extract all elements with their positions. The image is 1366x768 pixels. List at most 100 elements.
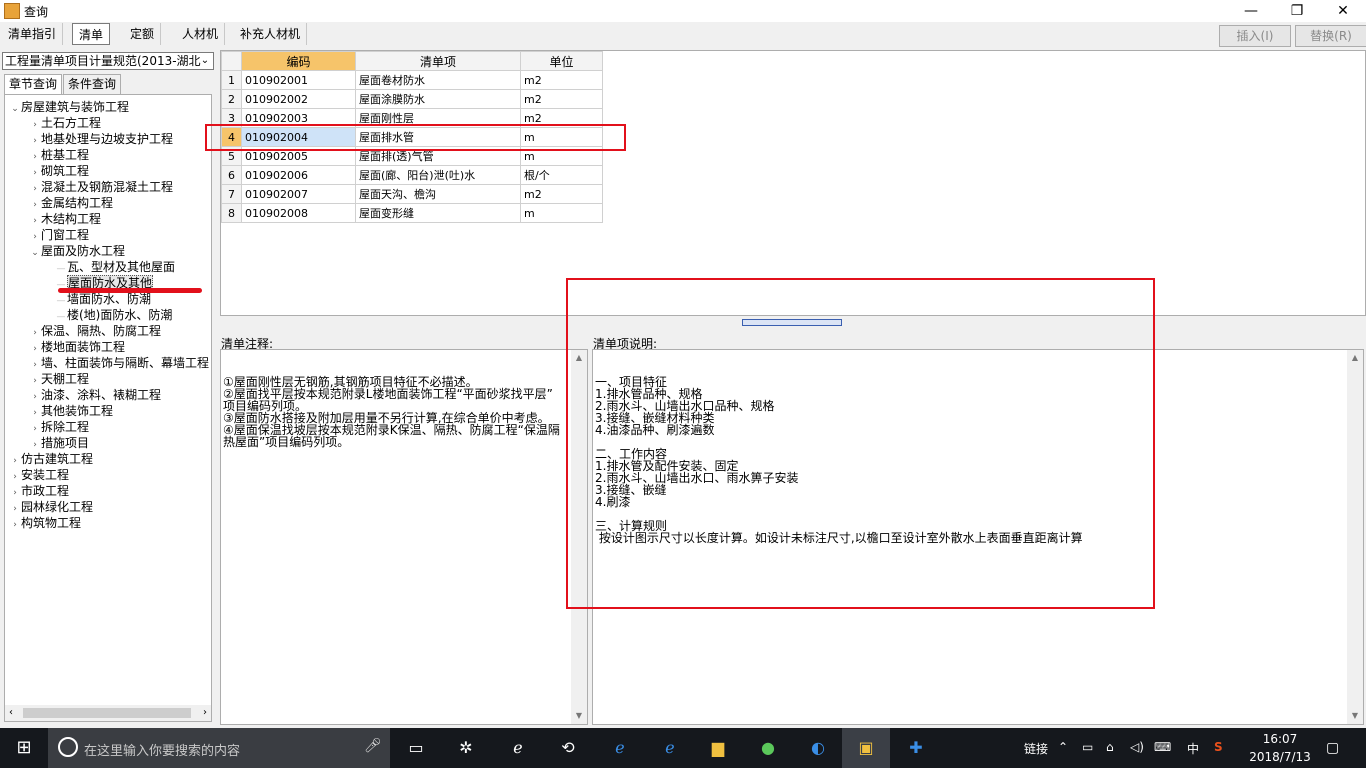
tree-node[interactable]: › 园林绿化工程 — [9, 499, 93, 515]
tree-node[interactable]: — 楼(地)面防水、防潮 — [55, 307, 173, 323]
sogou-ime-icon[interactable]: S — [1214, 740, 1223, 754]
battery-icon[interactable]: ▭ — [1082, 740, 1093, 754]
name-cell[interactable]: 屋面刚性层 — [355, 108, 521, 128]
name-cell[interactable]: 屋面卷材防水 — [355, 70, 521, 90]
tree-node[interactable]: ⌄ 屋面及防水工程 — [29, 243, 125, 259]
description-scrollbar[interactable]: ▲ ▼ — [1347, 350, 1363, 724]
code-cell[interactable]: 010902006 — [241, 165, 356, 185]
notes-textbox[interactable]: ①屋面刚性层无钢筋,其钢筋项目特征不必描述。 ②屋面找平层按本规范附录L楼地面装… — [220, 349, 588, 725]
tab-condition-query[interactable]: 条件查询 — [63, 74, 122, 94]
tree-node[interactable]: ⌄ 房屋建筑与装饰工程 — [9, 99, 129, 115]
scroll-right-icon[interactable]: › — [203, 705, 207, 721]
code-cell[interactable]: 010902003 — [241, 108, 356, 128]
column-header-unit[interactable]: 单位 — [520, 51, 603, 71]
code-cell[interactable]: 010902001 — [241, 70, 356, 90]
scroll-up-icon[interactable]: ▲ — [1347, 350, 1363, 366]
name-cell[interactable]: 屋面天沟、檐沟 — [355, 184, 521, 204]
chevron-right-icon[interactable]: › — [9, 517, 21, 533]
windows-start-icon[interactable]: ⊞ — [12, 736, 36, 760]
tree-node[interactable]: › 门窗工程 — [29, 227, 89, 243]
table-row[interactable]: 8 010902008 屋面变形缝 m — [221, 203, 603, 223]
tree-node[interactable]: › 市政工程 — [9, 483, 69, 499]
unit-cell[interactable]: m — [520, 203, 603, 223]
sogou-browser-icon[interactable]: ◐ — [806, 736, 830, 760]
tab-quota[interactable]: 定额 — [124, 23, 162, 45]
description-textbox[interactable]: 一、项目特征 1.排水管品种、规格 2.雨水斗、山墙出水口品种、规格 3.接缝、… — [592, 349, 1364, 725]
tab-supplement-lmm[interactable]: 补充人材机 — [234, 23, 308, 45]
ime-indicator[interactable]: 中 — [1187, 740, 1199, 757]
tree-node[interactable]: — 瓦、型材及其他屋面 — [55, 259, 176, 275]
code-cell[interactable]: 010902008 — [241, 203, 356, 223]
tree-node[interactable]: › 其他装饰工程 — [29, 403, 113, 419]
replace-button[interactable]: 替换(R) — [1295, 25, 1366, 47]
column-header-code[interactable]: 编码 — [241, 51, 356, 71]
tree-node[interactable]: › 墙、柱面装饰与隔断、幕墙工程 — [29, 355, 209, 371]
ie-icon[interactable]: ℯ — [506, 736, 530, 760]
unit-cell[interactable]: m2 — [520, 70, 603, 90]
unit-cell[interactable]: m2 — [520, 89, 603, 109]
chevron-down-icon[interactable]: ⌄ — [29, 245, 41, 261]
close-button[interactable]: ✕ — [1320, 0, 1366, 22]
code-cell[interactable]: 010902002 — [241, 89, 356, 109]
clock-date[interactable]: 2018/7/13 — [1246, 750, 1314, 764]
tab-list[interactable]: 清单 — [72, 23, 111, 45]
column-header-name[interactable]: 清单项 — [355, 51, 521, 71]
tree-node[interactable]: › 地基处理与边坡支护工程 — [29, 131, 173, 147]
code-cell[interactable]: 010902007 — [241, 184, 356, 204]
tree-node[interactable]: › 措施项目 — [29, 435, 89, 451]
query-app-icon[interactable]: ▣ — [854, 736, 878, 760]
tree-node[interactable]: › 砌筑工程 — [29, 163, 89, 179]
tree-node[interactable]: › 构筑物工程 — [9, 515, 81, 531]
tree-node[interactable]: — 墙面防水、防潮 — [55, 291, 152, 307]
tree-node[interactable]: › 混凝土及钢筋混凝土工程 — [29, 179, 173, 195]
minimize-button[interactable]: — — [1228, 0, 1274, 22]
table-row[interactable]: 7 010902007 屋面天沟、檐沟 m2 — [221, 184, 603, 204]
table-row[interactable]: 1 010902001 屋面卷材防水 m2 — [221, 70, 603, 90]
file-explorer-icon[interactable]: ▆ — [706, 736, 730, 760]
taskbar-search-box[interactable]: 在这里输入你要搜索的内容 🎤︎ — [48, 728, 390, 768]
ie-blue-icon[interactable]: ℯ — [658, 736, 682, 760]
volume-icon[interactable]: ◁) — [1130, 740, 1144, 754]
table-row[interactable]: 6 010902006 屋面(廊、阳台)泄(吐)水 根/个 — [221, 165, 603, 185]
name-cell[interactable]: 屋面变形缝 — [355, 203, 521, 223]
notes-scrollbar[interactable]: ▲ ▼ — [571, 350, 587, 724]
code-cell[interactable]: 010902004 — [241, 127, 356, 147]
table-row[interactable]: 5 010902005 屋面排(透)气管 m — [221, 146, 603, 166]
tray-link[interactable]: 链接 — [1024, 740, 1048, 757]
table-row[interactable]: 2 010902002 屋面涂膜防水 m2 — [221, 89, 603, 109]
network-icon[interactable]: ⌂ — [1106, 740, 1114, 754]
tab-list-guide[interactable]: 清单指引 — [2, 23, 64, 45]
swirl-app-icon[interactable]: ⟲ — [556, 736, 580, 760]
blue-plus-app-icon[interactable]: ✚ — [904, 736, 928, 760]
unit-cell[interactable]: m2 — [520, 184, 603, 204]
restore-button[interactable]: ❐ — [1274, 0, 1320, 22]
tree-node[interactable]: › 天棚工程 — [29, 371, 89, 387]
tab-labor-material-machine[interactable]: 人材机 — [176, 23, 226, 45]
tree-node[interactable]: › 金属结构工程 — [29, 195, 113, 211]
chevron-down-icon[interactable]: ⌄ — [9, 101, 21, 117]
tree-node[interactable]: › 安装工程 — [9, 467, 69, 483]
tree-horizontal-scrollbar[interactable]: ‹ › — [5, 705, 211, 721]
green-app-icon[interactable]: ● — [756, 736, 780, 760]
insert-button[interactable]: 插入(I) — [1219, 25, 1291, 47]
notification-icon[interactable]: ▢ — [1326, 740, 1339, 756]
scroll-down-icon[interactable]: ▼ — [571, 708, 587, 724]
unit-cell[interactable]: m — [520, 146, 603, 166]
tree-node[interactable]: › 保温、隔热、防腐工程 — [29, 323, 161, 339]
unit-cell[interactable]: 根/个 — [520, 165, 603, 185]
tree-node[interactable]: › 木结构工程 — [29, 211, 101, 227]
chevron-up-icon[interactable]: ⌃ — [1058, 740, 1068, 754]
name-cell[interactable]: 屋面排水管 — [355, 127, 521, 147]
keyboard-icon[interactable]: ⌨ — [1154, 740, 1171, 754]
tab-chapter-query[interactable]: 章节查询 — [4, 74, 63, 94]
tree-node[interactable]: › 拆除工程 — [29, 419, 89, 435]
edge-icon[interactable]: ℯ — [608, 736, 632, 760]
scroll-up-icon[interactable]: ▲ — [571, 350, 587, 366]
tree-node[interactable]: › 土石方工程 — [29, 115, 101, 131]
tree-node[interactable]: › 楼地面装饰工程 — [29, 339, 125, 355]
pinwheel-app-icon[interactable]: ✲ — [454, 736, 478, 760]
scroll-thumb[interactable] — [23, 708, 191, 718]
table-row[interactable]: 4 010902004 屋面排水管 m — [221, 127, 603, 147]
task-view-icon[interactable]: ▭ — [404, 736, 428, 760]
scroll-left-icon[interactable]: ‹ — [9, 705, 13, 721]
